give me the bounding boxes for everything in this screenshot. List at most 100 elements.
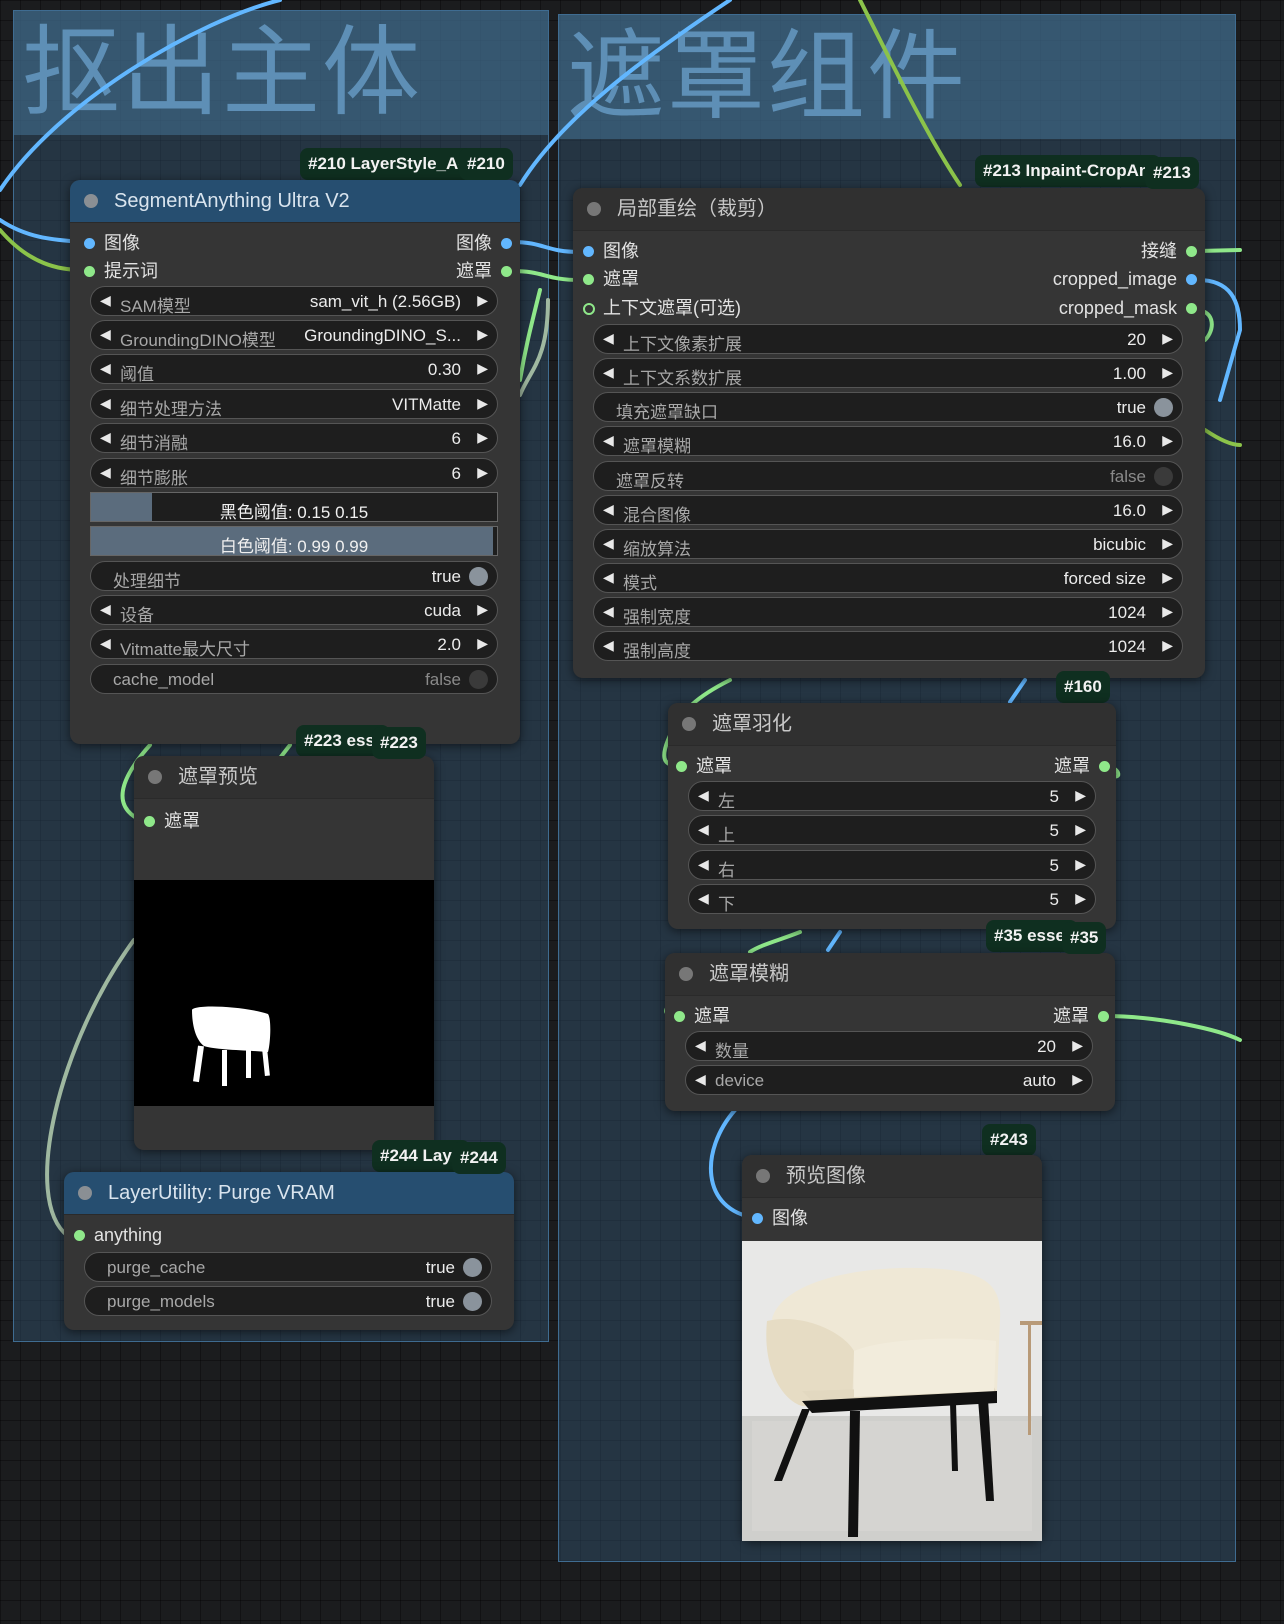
toggle-purge-models[interactable]: purge_models true (84, 1286, 492, 1316)
toggle-knob[interactable] (463, 1258, 482, 1277)
combo-mode[interactable]: ◀ 模式 forced size ▶ (593, 563, 1183, 593)
arrow-right-icon[interactable]: ▶ (1075, 821, 1086, 838)
image-port-icon[interactable] (1186, 274, 1197, 285)
number-threshold[interactable]: ◀ 阈值 0.30 ▶ (90, 354, 498, 384)
node-header[interactable]: LayerUtility: Purge VRAM (64, 1172, 514, 1215)
mask-port-icon[interactable] (144, 816, 155, 827)
number-feather-top[interactable]: ◀ 上 5 ▶ (688, 815, 1096, 845)
toggle-fill-mask-holes[interactable]: 填充遮罩缺口 true (593, 392, 1183, 422)
arrow-left-icon[interactable]: ◀ (603, 637, 614, 654)
toggle-knob[interactable] (1154, 398, 1173, 417)
collapse-dot-icon[interactable] (148, 770, 162, 784)
arrow-left-icon[interactable]: ◀ (698, 856, 709, 873)
arrow-right-icon[interactable]: ▶ (477, 360, 488, 377)
arrow-left-icon[interactable]: ◀ (100, 360, 111, 377)
arrow-left-icon[interactable]: ◀ (603, 364, 614, 381)
number-blur-amount[interactable]: ◀ 数量 20 ▶ (685, 1031, 1093, 1061)
arrow-right-icon[interactable]: ▶ (1162, 364, 1173, 381)
anything-port-icon[interactable] (74, 1230, 85, 1241)
node-mask-feather[interactable]: 遮罩羽化 遮罩 遮罩 ◀ 左 5 ▶ ◀ 上 5 ▶ ◀ 右 5 ▶ ◀ 下 5 ▶ (668, 703, 1116, 929)
collapse-dot-icon[interactable] (84, 194, 98, 208)
number-feather-right[interactable]: ◀ 右 5 ▶ (688, 850, 1096, 880)
combo-blur-device[interactable]: ◀ device auto ▶ (685, 1065, 1093, 1095)
number-mask-blur[interactable]: ◀ 遮罩模糊 16.0 ▶ (593, 426, 1183, 456)
arrow-right-icon[interactable]: ▶ (1075, 787, 1086, 804)
number-context-pixels[interactable]: ◀ 上下文像素扩展 20 ▶ (593, 324, 1183, 354)
mask-port-icon[interactable] (674, 1011, 685, 1022)
arrow-left-icon[interactable]: ◀ (603, 330, 614, 347)
arrow-right-icon[interactable]: ▶ (1075, 890, 1086, 907)
prompt-port-icon[interactable] (84, 266, 95, 277)
node-header[interactable]: 遮罩模糊 (665, 953, 1115, 996)
mask-port-icon[interactable] (676, 761, 687, 772)
arrow-left-icon[interactable]: ◀ (100, 395, 111, 412)
combo-device[interactable]: ◀ 设备 cuda ▶ (90, 595, 498, 625)
arrow-right-icon[interactable]: ▶ (1162, 603, 1173, 620)
toggle-invert-mask[interactable]: 遮罩反转 false (593, 461, 1183, 491)
arrow-left-icon[interactable]: ◀ (603, 535, 614, 552)
toggle-knob[interactable] (469, 670, 488, 689)
collapse-dot-icon[interactable] (756, 1169, 770, 1183)
mask-port-icon[interactable] (1098, 1011, 1109, 1022)
output-stitch[interactable]: 接缝 (1141, 238, 1201, 264)
arrow-left-icon[interactable]: ◀ (100, 429, 111, 446)
input-image[interactable]: 图像 (80, 230, 140, 256)
node-segment-anything[interactable]: SegmentAnything Ultra V2 图像 提示词 图像 遮罩 ◀ S… (70, 180, 520, 744)
mask-port-icon[interactable] (1186, 303, 1197, 314)
combo-detail-method[interactable]: ◀ 细节处理方法 VITMatte ▶ (90, 389, 498, 419)
mask-port-icon[interactable] (501, 266, 512, 277)
output-cropped-image[interactable]: cropped_image (1053, 266, 1201, 292)
stitch-port-icon[interactable] (1186, 246, 1197, 257)
node-inpaint-crop[interactable]: 局部重绘（裁剪） 图像 遮罩 上下文遮罩(可选) 接缝 cropped_imag… (573, 188, 1205, 678)
node-header[interactable]: 遮罩羽化 (668, 703, 1116, 746)
arrow-left-icon[interactable]: ◀ (698, 821, 709, 838)
input-anything[interactable]: anything (70, 1222, 162, 1248)
arrow-left-icon[interactable]: ◀ (698, 890, 709, 907)
collapse-dot-icon[interactable] (679, 967, 693, 981)
arrow-right-icon[interactable]: ▶ (477, 292, 488, 309)
arrow-right-icon[interactable]: ▶ (477, 464, 488, 481)
number-vitmatte-max-size[interactable]: ◀ Vitmatte最大尺寸 2.0 ▶ (90, 629, 498, 659)
output-mask[interactable]: 遮罩 (1054, 753, 1114, 779)
input-mask[interactable]: 遮罩 (140, 808, 200, 834)
arrow-left-icon[interactable]: ◀ (698, 787, 709, 804)
collapse-dot-icon[interactable] (78, 1186, 92, 1200)
arrow-left-icon[interactable]: ◀ (100, 601, 111, 618)
combo-sam-model[interactable]: ◀ SAM模型 sam_vit_h (2.56GB) ▶ (90, 286, 498, 316)
arrow-left-icon[interactable]: ◀ (100, 326, 111, 343)
output-cropped-mask[interactable]: cropped_mask (1059, 295, 1201, 321)
input-mask[interactable]: 遮罩 (670, 1003, 730, 1029)
arrow-right-icon[interactable]: ▶ (1162, 569, 1173, 586)
arrow-right-icon[interactable]: ▶ (1162, 501, 1173, 518)
output-mask[interactable]: 遮罩 (1053, 1003, 1113, 1029)
number-detail-dilate[interactable]: ◀ 细节膨胀 6 ▶ (90, 458, 498, 488)
combo-rescale-algorithm[interactable]: ◀ 缩放算法 bicubic ▶ (593, 529, 1183, 559)
arrow-left-icon[interactable]: ◀ (695, 1071, 706, 1088)
arrow-right-icon[interactable]: ▶ (1162, 330, 1173, 347)
node-header[interactable]: 局部重绘（裁剪） (573, 188, 1205, 231)
toggle-cache-model[interactable]: cache_model false (90, 664, 498, 694)
arrow-right-icon[interactable]: ▶ (1075, 856, 1086, 873)
toggle-knob[interactable] (463, 1292, 482, 1311)
arrow-right-icon[interactable]: ▶ (1162, 432, 1173, 449)
arrow-right-icon[interactable]: ▶ (477, 429, 488, 446)
arrow-left-icon[interactable]: ◀ (100, 635, 111, 652)
number-feather-bottom[interactable]: ◀ 下 5 ▶ (688, 884, 1096, 914)
slider-white-point[interactable]: 白色阈值: 0.99 0.99 (90, 526, 498, 556)
number-detail-erode[interactable]: ◀ 细节消融 6 ▶ (90, 423, 498, 453)
input-image[interactable]: 图像 (748, 1205, 808, 1231)
number-force-height[interactable]: ◀ 强制高度 1024 ▶ (593, 631, 1183, 661)
collapse-dot-icon[interactable] (587, 202, 601, 216)
output-image[interactable]: 图像 (456, 230, 516, 256)
node-purge-vram[interactable]: LayerUtility: Purge VRAM anything purge_… (64, 1172, 514, 1330)
image-port-icon[interactable] (84, 238, 95, 249)
node-mask-blur[interactable]: 遮罩模糊 遮罩 遮罩 ◀ 数量 20 ▶ ◀ device auto ▶ (665, 953, 1115, 1111)
image-port-icon[interactable] (501, 238, 512, 249)
collapse-dot-icon[interactable] (682, 717, 696, 731)
slider-black-point[interactable]: 黑色阈值: 0.15 0.15 (90, 492, 498, 522)
arrow-right-icon[interactable]: ▶ (1162, 637, 1173, 654)
input-mask[interactable]: 遮罩 (579, 266, 639, 292)
arrow-right-icon[interactable]: ▶ (477, 635, 488, 652)
image-port-icon[interactable] (583, 246, 594, 257)
arrow-right-icon[interactable]: ▶ (477, 395, 488, 412)
